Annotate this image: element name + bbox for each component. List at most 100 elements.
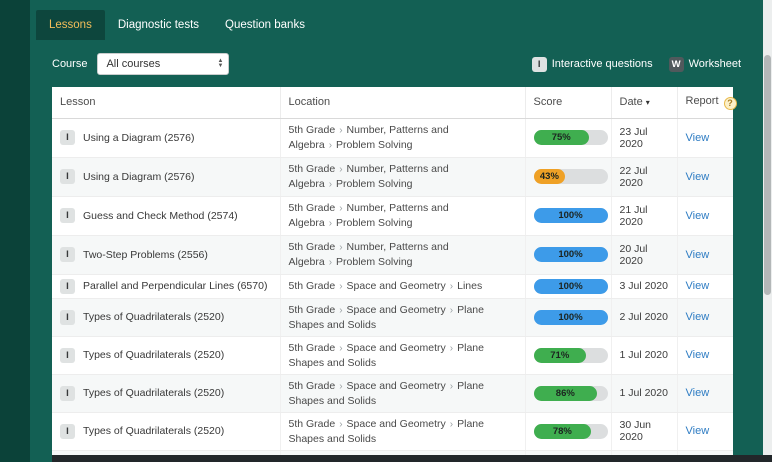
date-cell: 1 Jul 2020 — [611, 336, 678, 375]
chevron-separator-icon: › — [328, 256, 333, 268]
location-crumb: Space and Geometry — [346, 341, 446, 354]
score-bar: 100% — [533, 278, 608, 294]
location-crumb: Space and Geometry — [346, 379, 446, 392]
tab-lessons[interactable]: Lessons — [36, 10, 105, 40]
view-report-link[interactable]: View — [686, 210, 710, 222]
lesson-name: Types of Quadrilaterals (2520) — [83, 349, 225, 361]
help-icon[interactable]: ? — [723, 96, 737, 110]
score-fill: 78% — [533, 423, 592, 439]
interactive-badge-icon: I — [60, 423, 75, 439]
table-row: I Types of Quadrilaterals (2520) 5th Grade… — [52, 336, 733, 375]
report-cell: View — [677, 374, 733, 413]
table-row: I Using a Diagram (2576) 5th Grade › Number,… — [52, 157, 733, 197]
score-fill: 100% — [533, 247, 608, 262]
score-cell: 100% — [525, 298, 612, 337]
tab-question-banks[interactable]: Question banks — [212, 10, 318, 40]
interactive-badge-icon: I — [60, 130, 75, 145]
lesson-inner: I Using a Diagram (2576) — [60, 130, 272, 145]
location-crumb: Space and Geometry — [346, 279, 446, 292]
score-cell: 100% — [525, 196, 612, 236]
view-report-link[interactable]: View — [686, 387, 710, 399]
date-cell: 22 Jul 2020 — [611, 157, 678, 197]
column-label: Score — [533, 96, 563, 109]
lesson-inner: I Types of Quadrilaterals (2520) — [60, 347, 272, 363]
legend-item: I Interactive questions — [531, 56, 653, 72]
score-bar: 75% — [533, 130, 608, 145]
date-cell: 21 Jul 2020 — [611, 196, 678, 236]
interactive-badge-icon: I — [60, 385, 75, 401]
location-crumb: Space and Geometry — [346, 303, 446, 316]
location-crumb: 5th Grade — [288, 417, 336, 430]
interactive-badge-icon: I — [60, 208, 75, 223]
score-fill: 86% — [533, 385, 598, 401]
course-select-value: All courses — [106, 58, 161, 70]
lesson-inner: I Types of Quadrilaterals (2520) — [60, 309, 272, 325]
view-report-link[interactable]: View — [686, 171, 710, 183]
view-report-link[interactable]: View — [686, 280, 710, 292]
view-report-link[interactable]: View — [686, 249, 710, 261]
date-cell: 20 Jul 2020 — [611, 235, 678, 275]
location-crumb: Problem Solving — [336, 255, 413, 268]
chevron-separator-icon: › — [339, 304, 343, 316]
view-report-link[interactable]: View — [686, 349, 710, 361]
interactive-badge-icon: I — [60, 309, 75, 325]
table-row: I Types of Quadrilaterals (2520) 5th Grade… — [52, 298, 733, 337]
worksheet-icon: W — [668, 56, 684, 72]
location-cell: 5th Grade › Space and Geometry › Lines — [280, 274, 526, 299]
chevron-separator-icon: › — [339, 380, 343, 392]
column-header-report: Report? — [677, 87, 737, 119]
score-bar: 100% — [533, 208, 608, 223]
tab-bar: Lessons Diagnostic tests Question banks — [36, 10, 763, 40]
report-cell: View — [677, 274, 733, 299]
chevron-separator-icon: › — [339, 241, 343, 253]
score-cell: 43% — [525, 157, 612, 197]
location-cell: 5th Grade › Number, Patterns and Algebra › P… — [280, 196, 526, 236]
select-arrows-icon: ▲ ▼ — [217, 58, 224, 69]
column-header-date[interactable]: Date ▾ — [611, 87, 678, 119]
score-fill: 100% — [533, 208, 608, 223]
column-label: Lesson — [60, 96, 96, 109]
vertical-scrollbar[interactable] — [763, 0, 772, 462]
date-cell: 23 Jul 2020 — [611, 118, 678, 158]
content-area: Lessons Diagnostic tests Question banks Co… — [30, 0, 763, 462]
score-cell: 100% — [525, 235, 612, 275]
table-row: I Guess and Check Method (2574) 5th Grade ›… — [52, 196, 733, 236]
report-cell: View — [677, 157, 733, 197]
chevron-separator-icon: › — [339, 124, 343, 136]
view-report-link[interactable]: View — [686, 132, 710, 144]
location-cell: 5th Grade›Space and Geometry›Plane Shape… — [280, 336, 526, 375]
location-crumb: Problem Solving — [336, 138, 413, 151]
lesson-cell: I Two-Step Problems (2556) — [52, 235, 281, 275]
report-cell: View — [677, 118, 733, 158]
location-cell: 5th Grade›Space and Geometry›Plane Shape… — [280, 412, 526, 451]
view-report-link[interactable]: View — [686, 311, 710, 323]
report-cell: View — [677, 196, 733, 236]
scrollbar-thumb[interactable] — [764, 55, 771, 295]
chevron-separator-icon: › — [449, 280, 454, 292]
column-header-score: Score — [525, 87, 612, 119]
score-fill: 71% — [533, 347, 587, 363]
legend-label: Interactive questions — [551, 58, 653, 70]
column-label: Report — [685, 95, 719, 107]
lesson-cell: I Types of Quadrilaterals (2520) — [52, 336, 281, 375]
chevron-separator-icon: › — [339, 418, 343, 430]
course-select[interactable]: All courses ▲ ▼ — [97, 53, 230, 75]
date-cell: 3 Jul 2020 — [611, 274, 678, 299]
report-cell: View — [677, 336, 733, 375]
table-row: I Two-Step Problems (2556) 5th Grade › Numbe… — [52, 235, 733, 275]
chevron-separator-icon: › — [449, 304, 454, 316]
view-report-link[interactable]: View — [686, 425, 710, 437]
sort-desc-icon: ▾ — [645, 98, 650, 108]
legend-label: Worksheet — [688, 58, 741, 70]
location-crumb: Problem Solving — [336, 177, 413, 190]
score-fill: 43% — [533, 169, 566, 184]
lesson-name: Two-Step Problems (2556) — [83, 248, 208, 261]
interactive-badge-icon: I — [60, 247, 75, 262]
lesson-name: Using a Diagram (2576) — [83, 131, 195, 144]
lesson-name: Guess and Check Method (2574) — [83, 209, 238, 222]
score-cell: 86% — [525, 374, 612, 413]
chevron-separator-icon: › — [328, 139, 333, 151]
tab-diagnostic-tests[interactable]: Diagnostic tests — [105, 10, 212, 40]
report-cell: View — [677, 298, 733, 337]
lesson-cell: I Guess and Check Method (2574) — [52, 196, 281, 236]
